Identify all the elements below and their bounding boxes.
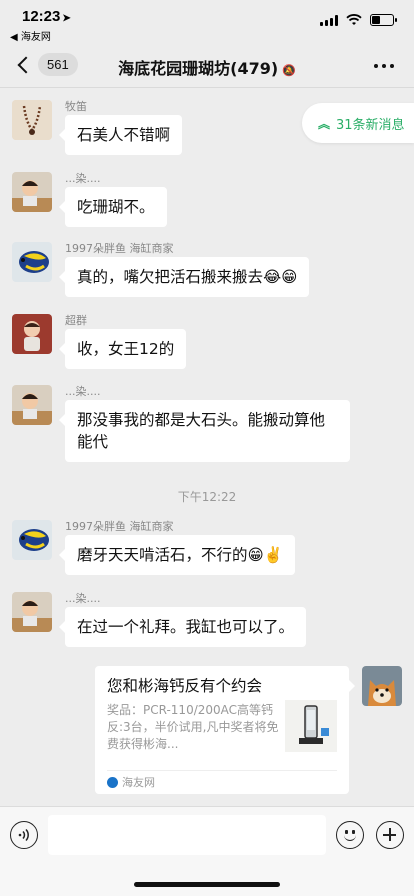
card-divider	[107, 770, 337, 771]
card-title: 您和彬海钙反有个约会	[107, 677, 263, 695]
wifi-icon	[346, 14, 362, 25]
link-card[interactable]: 您和彬海钙反有个约会 奖品：PCR-110/200AC高等钙反:3台，半价试用,…	[95, 666, 355, 794]
card-thumbnail	[285, 700, 337, 752]
voice-input-button[interactable]	[10, 821, 38, 849]
necklace-avatar-icon	[12, 100, 52, 140]
smile-icon	[344, 835, 356, 841]
avatar[interactable]	[12, 314, 52, 354]
avatar[interactable]	[12, 385, 52, 425]
message-bubble[interactable]: 真的，嘴欠把活石搬来搬去😂😁	[58, 257, 310, 297]
avatar[interactable]	[12, 592, 52, 632]
fish-avatar-icon	[12, 242, 52, 282]
message-row: ...染.... 那没事我的都是大石头。能搬动算他能代	[0, 383, 414, 468]
card-source: 海友网	[107, 774, 155, 790]
message-bubble[interactable]: 吃珊瑚不。	[59, 187, 167, 227]
dog-avatar-icon	[362, 666, 402, 706]
status-time: 12:23 ➤	[22, 8, 71, 25]
message-bubble[interactable]: 收，女王12的	[58, 329, 187, 369]
fish-avatar-icon	[12, 520, 52, 560]
sender-name: 超群	[65, 314, 87, 327]
more-options-button[interactable]	[374, 64, 394, 68]
chat-title: 海底花园珊瑚坊(479) 🔕	[0, 55, 414, 79]
child-avatar-icon	[12, 385, 52, 425]
status-icons	[320, 14, 397, 26]
message-bubble[interactable]: 石美人不错啊	[58, 115, 183, 155]
sender-name: 1997朵胖鱼 海缸商家	[65, 520, 174, 533]
avatar[interactable]	[12, 520, 52, 560]
message-row: 1997朵胖鱼 海缸商家 真的，嘴欠把活石搬来搬去😂😁	[0, 240, 414, 304]
message-bubble[interactable]: 那没事我的都是大石头。能搬动算他能代	[59, 400, 350, 462]
self-avatar[interactable]	[362, 666, 402, 706]
voice-icon	[18, 828, 29, 842]
more-actions-button[interactable]	[376, 821, 404, 849]
avatar[interactable]	[12, 242, 52, 282]
message-row: 1997朵胖鱼 海缸商家 磨牙天天啃活石，不行的😁✌️	[0, 518, 414, 582]
mute-icon: 🔕	[282, 64, 296, 77]
card-source-label: 海友网	[122, 776, 155, 789]
sender-name: 1997朵胖鱼 海缸商家	[65, 242, 174, 255]
message-bubble[interactable]: 磨牙天天啃活石，不行的😁✌️	[59, 535, 295, 575]
clock-text: 12:23	[22, 8, 61, 25]
location-arrow-icon: ➤	[62, 13, 71, 24]
baby-avatar-icon	[12, 314, 52, 354]
child-avatar-icon	[12, 172, 52, 212]
message-row: 牧笛 石美人不错啊	[0, 98, 414, 158]
back-to-app-link[interactable]: ◀ 海友网	[10, 28, 51, 43]
message-row: 超群 收，女王12的	[0, 312, 414, 376]
message-bubble[interactable]: 在过一个礼拜。我缸也可以了。	[58, 607, 307, 647]
signal-icon	[320, 14, 338, 26]
message-row: ...染.... 吃珊瑚不。	[0, 170, 414, 230]
chat-header: 561 海底花园珊瑚坊(479) 🔕	[0, 44, 414, 88]
sender-name: ...染....	[65, 592, 101, 605]
sender-name: ...染....	[65, 385, 101, 398]
source-logo-icon	[107, 776, 118, 788]
message-row: ...染.... 在过一个礼拜。我缸也可以了。	[0, 590, 414, 654]
emoji-button[interactable]	[336, 821, 364, 849]
sender-name: 牧笛	[65, 100, 87, 113]
child-avatar-icon	[12, 592, 52, 632]
chat-title-text: 海底花园珊瑚坊(479)	[118, 59, 279, 78]
message-input[interactable]	[48, 815, 326, 855]
avatar[interactable]	[12, 100, 52, 140]
status-bar: 12:23 ➤ ◀ 海友网	[0, 0, 414, 44]
battery-icon	[370, 14, 397, 26]
sender-name: ...染....	[65, 172, 101, 185]
avatar[interactable]	[12, 172, 52, 212]
card-description: 奖品：PCR-110/200AC高等钙反:3台，半价试用,凡中奖者将免费获得彬海…	[107, 703, 279, 751]
time-separator: 下午12:22	[177, 490, 237, 504]
calcium-reactor-image	[285, 700, 337, 752]
home-indicator	[134, 882, 280, 887]
